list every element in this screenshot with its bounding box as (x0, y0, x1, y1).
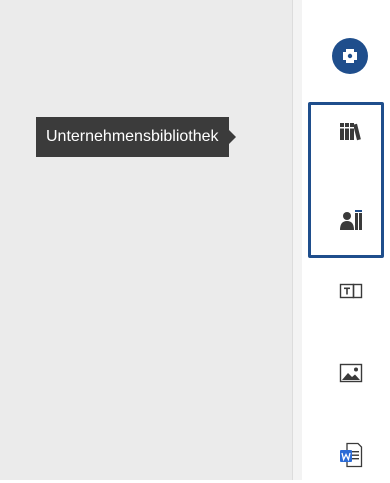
image-icon (339, 363, 363, 383)
text-box-icon (339, 283, 363, 299)
word-document-button[interactable] (323, 427, 379, 483)
side-toolbar (302, 0, 390, 480)
company-library-button[interactable] (323, 103, 379, 159)
puzzle-plus-icon (343, 49, 357, 63)
tooltip-text: Unternehmensbibliothek (46, 128, 219, 145)
company-library-tooltip: Unternehmensbibliothek (36, 117, 236, 157)
people-library-button[interactable] (323, 192, 379, 248)
editor-canvas (0, 0, 292, 480)
books-icon (340, 123, 361, 141)
image-button[interactable] (323, 345, 379, 401)
panel-divider[interactable] (292, 0, 302, 480)
word-doc-icon (340, 442, 363, 468)
text-field-button[interactable] (323, 263, 379, 319)
person-books-icon (340, 210, 362, 230)
tooltip-arrow (228, 130, 236, 144)
add-content-button[interactable] (332, 38, 368, 74)
